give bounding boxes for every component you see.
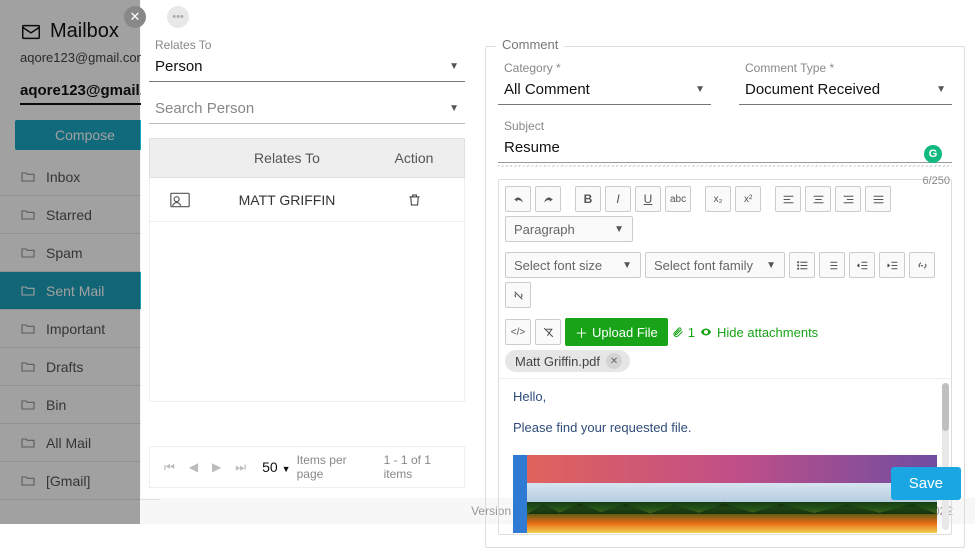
strike-button[interactable]: abc [665,186,691,212]
editor-content[interactable]: Hello, Please find your requested file. [499,378,951,534]
folder-icon [20,359,36,375]
sidebar-item-drafts[interactable]: Drafts [0,348,160,386]
sidebar-item-spam[interactable]: Spam [0,234,160,272]
editor-toolbar: B I U abc x₂ x² Paragraph▼ Sel [499,180,951,374]
font-family-select[interactable]: Select font family▼ [645,252,785,278]
upload-file-button[interactable]: ＋Upload File [565,318,668,346]
rich-text-editor: B I U abc x₂ x² Paragraph▼ Sel [498,179,952,535]
chevron-down-icon: ▼ [936,84,946,95]
align-center-button[interactable] [805,186,831,212]
selected-account[interactable]: aqore123@gmail.c. [20,82,156,105]
row-name: MATT GRIFFIN [210,192,364,208]
paperclip-icon [672,325,684,339]
folder-icon [20,283,36,299]
sidebar-item-bin[interactable]: Bin [0,386,160,424]
table-pager: ⏮ ◀ ▶ ⏭ 50▼ Items per page 1 - 1 of 1 it… [149,446,465,488]
image-selection-handle[interactable] [513,455,527,533]
comment-type-label: Comment Type * [745,61,952,75]
relates-to-pane: Relates To Person ▼ Search Person ▼ Rela… [141,0,475,498]
subscript-button[interactable]: x₂ [705,186,731,212]
bold-button[interactable]: B [575,186,601,212]
pager-prev[interactable]: ◀ [185,460,202,474]
sidebar-item-inbox[interactable]: Inbox [0,158,160,196]
align-right-button[interactable] [835,186,861,212]
folder-icon [20,435,36,451]
code-view-button[interactable]: </> [505,319,531,345]
body-line-2: Please find your requested file. [513,420,937,435]
folder-icon [20,397,36,413]
sidebar-item-sent-mail[interactable]: Sent Mail [0,272,160,310]
save-button[interactable]: Save [891,467,961,500]
relates-table-header: Relates To Action [149,138,465,178]
relates-to-select[interactable]: Person ▼ [149,54,465,82]
compose-button[interactable]: Compose [15,120,155,150]
unlink-button[interactable] [505,282,531,308]
mailbox-title: Mailbox [20,20,119,43]
editor-scrollbar[interactable] [942,383,949,530]
indent-button[interactable] [879,252,905,278]
category-select[interactable]: All Comment ▼ [498,77,711,105]
trash-icon [407,192,422,208]
outdent-button[interactable] [849,252,875,278]
bullet-list-button[interactable] [789,252,815,278]
row-delete-button[interactable] [364,192,464,208]
attachment-count: 1 [672,325,695,340]
folder-icon [20,473,36,489]
comment-modal: Relates To Person ▼ Search Person ▼ Rela… [141,0,975,498]
body-line-1: Hello, [513,389,937,404]
redo-button[interactable] [535,186,561,212]
table-row[interactable]: MATT GRIFFIN [149,178,465,222]
person-card-icon [170,192,190,208]
sidebar-item-all-mail[interactable]: All Mail [0,424,160,462]
folder-icon [20,321,36,337]
italic-button[interactable]: I [605,186,631,212]
comment-legend: Comment [496,37,564,52]
relates-to-label: Relates To [155,38,465,52]
sidebar-item-gmail[interactable]: [Gmail] [0,462,160,500]
clear-format-button[interactable] [535,319,561,345]
subject-input[interactable]: Resume [498,135,952,163]
pager-size-select[interactable]: 50▼ [262,459,291,475]
eye-icon [699,326,713,338]
grammarly-icon[interactable]: G [924,145,942,163]
folder-icon [20,245,36,261]
subject-char-count: 6/250 [922,175,950,187]
sidebar-item-important[interactable]: Important [0,310,160,348]
sidebar-item-starred[interactable]: Starred [0,196,160,234]
search-person-input[interactable]: Search Person ▼ [149,96,465,124]
comment-pane: Comment Category * All Comment ▼ Comment… [475,0,975,498]
pager-items-label: Items per page [297,453,368,481]
sidebar-nav: Inbox Starred Spam Sent Mail Important D… [0,158,160,500]
pager-first[interactable]: ⏮ [160,460,179,475]
pager-next[interactable]: ▶ [208,460,225,474]
undo-button[interactable] [505,186,531,212]
font-size-select[interactable]: Select font size▼ [505,252,641,278]
hide-attachments-button[interactable]: Hide attachments [699,325,818,340]
paragraph-select[interactable]: Paragraph▼ [505,216,633,242]
subject-label: Subject [504,119,952,133]
folder-icon [20,169,36,185]
align-left-button[interactable] [775,186,801,212]
align-justify-button[interactable] [865,186,891,212]
attachment-chip[interactable]: Matt Griffin.pdf✕ [505,350,630,372]
category-label: Category * [504,61,711,75]
folder-icon [20,207,36,223]
link-button[interactable] [909,252,935,278]
chevron-down-icon: ▼ [695,84,705,95]
chevron-down-icon: ▼ [449,103,459,114]
chip-remove-button[interactable]: ✕ [606,353,622,369]
underline-button[interactable]: U [635,186,661,212]
mail-icon [20,21,42,43]
table-empty-area [149,222,465,402]
pager-last[interactable]: ⏭ [231,460,250,475]
account-email-line: aqore123@gmail.com [20,50,147,65]
chevron-down-icon: ▼ [449,61,459,72]
embedded-image[interactable] [513,455,937,533]
superscript-button[interactable]: x² [735,186,761,212]
comment-type-select[interactable]: Document Received ▼ [739,77,952,105]
modal-close-button[interactable]: ✕ [124,6,146,28]
modal-more-button[interactable]: ••• [167,6,189,28]
ordered-list-button[interactable] [819,252,845,278]
pager-range: 1 - 1 of 1 items [384,453,454,481]
